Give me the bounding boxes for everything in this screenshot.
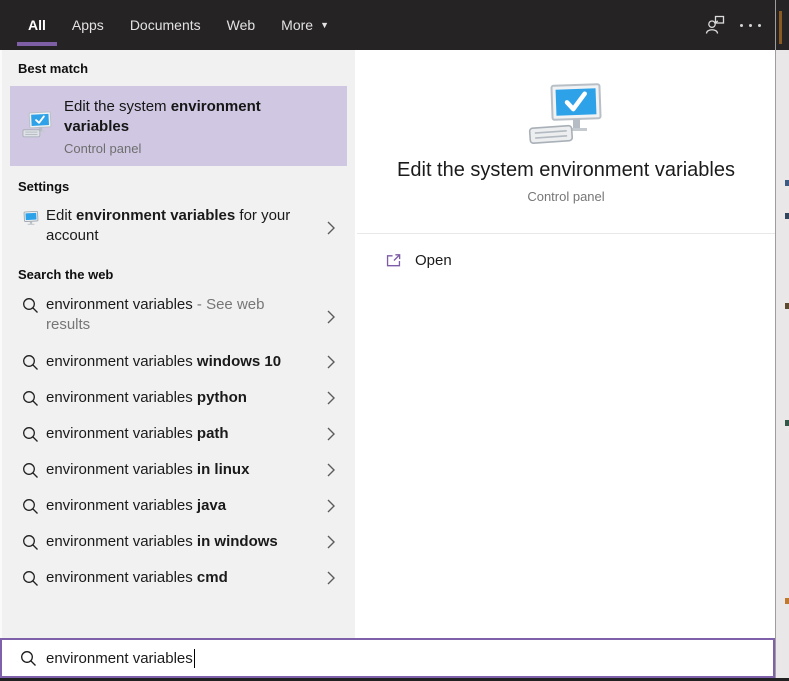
topbar-icons <box>695 0 775 50</box>
chevron-down-icon: ▼ <box>320 20 329 30</box>
search-icon <box>22 426 39 443</box>
search-icon <box>22 297 39 314</box>
tab-documents[interactable]: Documents <box>117 0 214 50</box>
section-header-best-match: Best match <box>18 60 355 78</box>
background-window-artifact <box>785 303 789 309</box>
preview-title: Edit the system environment variables <box>397 159 735 182</box>
monitor-icon <box>22 211 40 227</box>
open-external-icon <box>385 252 402 269</box>
chevron-right-icon <box>327 391 335 405</box>
filter-tabs: All Apps Documents Web More ▼ <box>0 0 342 50</box>
chevron-right-icon <box>327 221 335 235</box>
search-icon <box>22 390 39 407</box>
user-feedback-icon[interactable] <box>695 0 735 50</box>
best-match-result[interactable]: Edit the system environment variables Co… <box>10 86 347 166</box>
preview-subtitle: Control panel <box>527 189 604 204</box>
tab-more[interactable]: More ▼ <box>268 0 342 50</box>
open-action[interactable]: Open <box>357 240 775 280</box>
results-panel: Best match Edit the system environment v… <box>0 50 355 638</box>
tab-more-label: More <box>281 17 313 33</box>
background-window-artifact <box>779 11 782 44</box>
best-match-subtitle: Control panel <box>64 141 304 156</box>
web-suggestion-text: environment variables - See web results <box>46 295 284 335</box>
web-suggestion-text: environment variables in linux <box>46 460 249 480</box>
best-match-text: Edit the system environment variables Co… <box>64 97 304 156</box>
web-suggestion-text: environment variables in windows <box>46 532 278 552</box>
tab-documents-label: Documents <box>130 17 201 33</box>
chevron-right-icon <box>327 427 335 441</box>
window-edge-strip <box>775 0 789 681</box>
settings-result-text: Edit environment variables for your acco… <box>46 206 298 246</box>
windows-search-window: All Apps Documents Web More ▼ Best match <box>0 0 789 681</box>
background-window-artifact <box>785 180 789 186</box>
open-action-label: Open <box>415 252 452 269</box>
search-filter-bar: All Apps Documents Web More ▼ <box>0 0 775 50</box>
background-window-artifact <box>785 213 789 219</box>
chevron-right-icon <box>327 499 335 513</box>
system-properties-icon <box>22 110 52 142</box>
tab-web[interactable]: Web <box>214 0 269 50</box>
search-icon <box>22 498 39 515</box>
search-icon <box>20 650 37 667</box>
divider <box>357 233 775 234</box>
search-box[interactable]: environment variables <box>0 638 775 678</box>
background-window-artifact <box>785 420 789 426</box>
web-suggestion-text: environment variables python <box>46 388 247 408</box>
chevron-right-icon <box>327 310 335 324</box>
web-suggestion[interactable]: environment variables cmd <box>2 560 355 596</box>
chevron-right-icon <box>327 355 335 369</box>
settings-result[interactable]: Edit environment variables for your acco… <box>2 202 355 254</box>
tab-all[interactable]: All <box>15 0 59 50</box>
best-match-title: Edit the system environment variables <box>64 97 304 137</box>
system-properties-icon-large <box>528 83 604 147</box>
section-header-settings: Settings <box>18 178 355 196</box>
preview-panel: Edit the system environment variables Co… <box>357 50 775 638</box>
tab-apps-label: Apps <box>72 17 104 33</box>
search-icon <box>22 534 39 551</box>
web-suggestion-text: environment variables path <box>46 424 229 444</box>
search-input-value[interactable]: environment variables <box>46 650 193 667</box>
edge-strip-top <box>776 0 789 50</box>
web-suggestion[interactable]: environment variables - See web results <box>2 290 355 344</box>
search-icon <box>22 462 39 479</box>
ellipsis-icon[interactable] <box>735 0 775 50</box>
web-suggestion[interactable]: environment variables windows 10 <box>2 344 355 380</box>
web-suggestion-text: environment variables windows 10 <box>46 352 281 372</box>
search-icon <box>22 570 39 587</box>
chevron-right-icon <box>327 463 335 477</box>
web-suggestion[interactable]: environment variables path <box>2 416 355 452</box>
text-cursor <box>194 649 195 668</box>
tab-apps[interactable]: Apps <box>59 0 117 50</box>
web-suggestion[interactable]: environment variables python <box>2 380 355 416</box>
tab-web-label: Web <box>227 17 256 33</box>
web-suggestion-text: environment variables java <box>46 496 226 516</box>
search-icon <box>22 354 39 371</box>
web-suggestion[interactable]: environment variables in linux <box>2 452 355 488</box>
chevron-right-icon <box>327 535 335 549</box>
web-suggestion[interactable]: environment variables java <box>2 488 355 524</box>
background-window-artifact <box>785 598 789 604</box>
section-header-search-web: Search the web <box>18 266 355 284</box>
chevron-right-icon <box>327 571 335 585</box>
web-suggestion-text: environment variables cmd <box>46 568 228 588</box>
web-suggestion[interactable]: environment variables in windows <box>2 524 355 560</box>
tab-all-label: All <box>28 17 46 33</box>
